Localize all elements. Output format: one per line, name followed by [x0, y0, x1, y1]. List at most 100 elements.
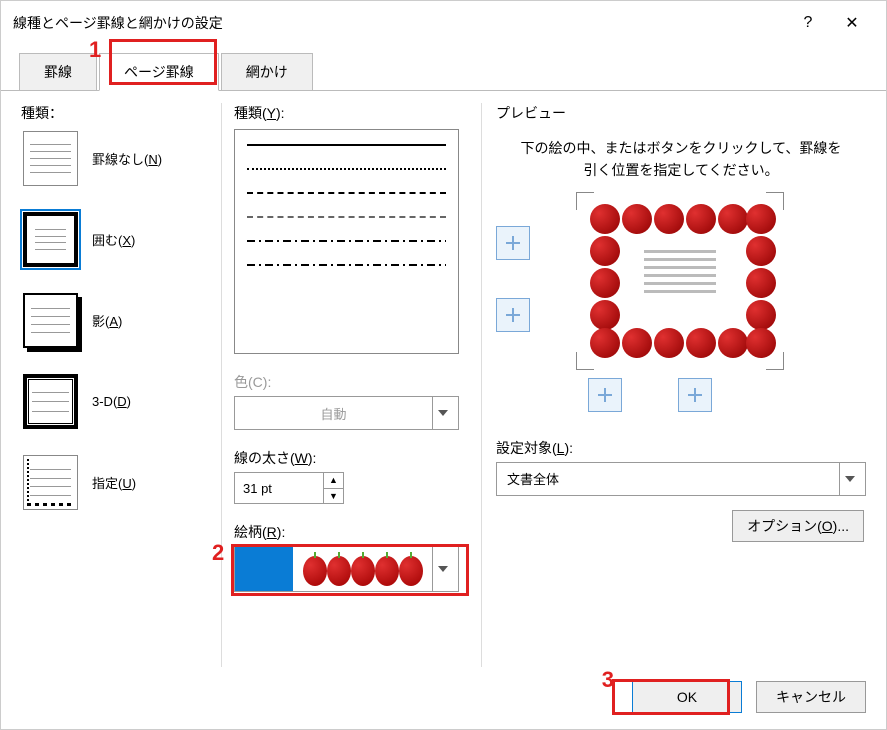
- line-style-dashdot[interactable]: [247, 240, 446, 242]
- apply-to-label: 設定対象(L):: [496, 438, 866, 458]
- apple-icon: [718, 204, 748, 234]
- apply-to-field: 設定対象(L): 文書全体: [496, 438, 866, 496]
- side-toggles-left: [496, 226, 530, 332]
- preview-column: プレビュー 下の絵の中、またはボタンをクリックして、罫線を引く位置を指定してくだ…: [481, 103, 866, 667]
- help-button[interactable]: ?: [786, 9, 830, 37]
- line-style-dash[interactable]: [247, 216, 446, 218]
- ok-button[interactable]: OK: [632, 681, 742, 713]
- tab-sen-label: 罫線: [44, 64, 72, 80]
- tab-amikake-label: 網かけ: [246, 64, 288, 80]
- style-label: 種類(Y):: [234, 103, 471, 123]
- apple-icon: [303, 552, 327, 586]
- art-chevron-icon: [432, 547, 458, 591]
- window-title: 線種とページ罫線と網かけの設定: [13, 13, 786, 33]
- setting-custom[interactable]: 指定(U): [21, 453, 211, 512]
- setting-custom-thumb: [23, 455, 78, 510]
- apple-icon: [375, 552, 399, 586]
- width-spin-down[interactable]: ▼: [324, 489, 343, 504]
- line-style-dash-short[interactable]: [247, 192, 446, 194]
- border-frame[interactable]: [580, 196, 780, 366]
- setting-3d[interactable]: 3-D(D): [21, 372, 211, 431]
- tab-page-keisen-label: ページ罫線: [124, 64, 194, 80]
- apple-icon: [746, 268, 776, 298]
- preview-label: プレビュー: [496, 103, 866, 123]
- line-style-solid[interactable]: [247, 144, 446, 146]
- width-label: 線の太さ(W):: [234, 448, 471, 468]
- titlebar: 線種とページ罫線と網かけの設定 ? ✕: [1, 1, 886, 45]
- setting-box-thumb: [23, 212, 78, 267]
- setting-type-label: 種類：: [21, 103, 211, 123]
- apple-icon: [686, 204, 716, 234]
- apple-icon: [327, 552, 351, 586]
- apple-icon: [746, 204, 776, 234]
- apple-icon: [654, 204, 684, 234]
- tab-amikake[interactable]: 網かけ: [221, 53, 313, 91]
- apple-icon: [622, 204, 652, 234]
- options-button-row: オプション(O)...: [496, 510, 866, 542]
- corner-mark-icon: [576, 192, 594, 210]
- line-style-dotted[interactable]: [247, 168, 446, 170]
- corner-mark-icon: [576, 352, 594, 370]
- setting-custom-label: 指定(U): [92, 473, 136, 492]
- apple-icon: [654, 328, 684, 358]
- annotation-number-1: 1: [89, 37, 101, 63]
- setting-none[interactable]: 罫線なし(N): [21, 129, 211, 188]
- apply-to-value: 文書全体: [507, 469, 559, 488]
- color-chevron-icon: [432, 397, 458, 429]
- apple-icon: [590, 328, 620, 358]
- toggle-left-border[interactable]: [588, 378, 622, 412]
- width-spin-up[interactable]: ▲: [324, 473, 343, 489]
- apple-icon: [746, 300, 776, 330]
- setting-none-thumb: [23, 131, 78, 186]
- bottom-toggles: [588, 378, 866, 412]
- options-button[interactable]: オプション(O)...: [732, 510, 864, 542]
- preview-description: 下の絵の中、またはボタンをクリックして、罫線を引く位置を指定してください。: [516, 137, 846, 182]
- annotation-number-2: 2: [212, 540, 224, 566]
- art-preview-left: [235, 547, 293, 591]
- setting-shadow-thumb: [23, 293, 78, 348]
- art-preview-center: [293, 547, 432, 591]
- dialog-window: 線種とページ罫線と網かけの設定 ? ✕ 罫線 ページ罫線 網かけ 1 種類： 罫…: [0, 0, 887, 730]
- width-field: 線の太さ(W): 31 pt ▲ ▼: [234, 448, 471, 504]
- dialog-footer: 3 OK キャンセル: [1, 667, 886, 729]
- apple-icon: [351, 552, 375, 586]
- apple-icon: [590, 204, 620, 234]
- apple-icon: [746, 328, 776, 358]
- color-field: 色(C): 自動: [234, 372, 471, 430]
- page-inner-icon: [640, 246, 720, 306]
- width-value: 31 pt: [235, 481, 323, 496]
- setting-3d-label: 3-D(D): [92, 394, 131, 409]
- setting-box-label: 囲む(X): [92, 230, 135, 249]
- apple-icon: [399, 552, 423, 586]
- tab-page-keisen[interactable]: ページ罫線: [99, 53, 219, 91]
- style-column: 種類(Y): 色(C): 自動: [221, 103, 471, 667]
- apple-icon: [590, 268, 620, 298]
- close-button[interactable]: ✕: [830, 9, 874, 37]
- content-area: 種類： 罫線なし(N) 囲む(X): [1, 91, 886, 667]
- setting-type-list: 罫線なし(N) 囲む(X) 影(A): [21, 129, 211, 512]
- color-value: 自動: [235, 404, 432, 423]
- setting-type-column: 種類： 罫線なし(N) 囲む(X): [21, 103, 211, 667]
- color-dropdown[interactable]: 自動: [234, 396, 459, 430]
- width-spinner[interactable]: 31 pt ▲ ▼: [234, 472, 344, 504]
- setting-shadow-label: 影(A): [92, 311, 122, 330]
- setting-3d-thumb: [23, 374, 78, 429]
- art-field: 絵柄(R):: [234, 522, 471, 592]
- apple-icon: [686, 328, 716, 358]
- annotation-number-3: 3: [602, 667, 614, 693]
- apple-icon: [590, 300, 620, 330]
- apple-icon: [746, 236, 776, 266]
- width-spin-buttons: ▲ ▼: [323, 473, 343, 503]
- toggle-top-border[interactable]: [496, 226, 530, 260]
- cancel-button[interactable]: キャンセル: [756, 681, 866, 713]
- setting-box[interactable]: 囲む(X): [21, 210, 211, 269]
- tabstrip: 罫線 ページ罫線 網かけ 1: [1, 45, 886, 91]
- line-style-listbox[interactable]: [234, 129, 459, 354]
- toggle-right-border[interactable]: [678, 378, 712, 412]
- apply-to-dropdown[interactable]: 文書全体: [496, 462, 866, 496]
- tab-sen[interactable]: 罫線: [19, 53, 97, 91]
- toggle-bottom-border[interactable]: [496, 298, 530, 332]
- line-style-dashdotdot[interactable]: [247, 264, 446, 266]
- setting-shadow[interactable]: 影(A): [21, 291, 211, 350]
- art-dropdown[interactable]: [234, 546, 459, 592]
